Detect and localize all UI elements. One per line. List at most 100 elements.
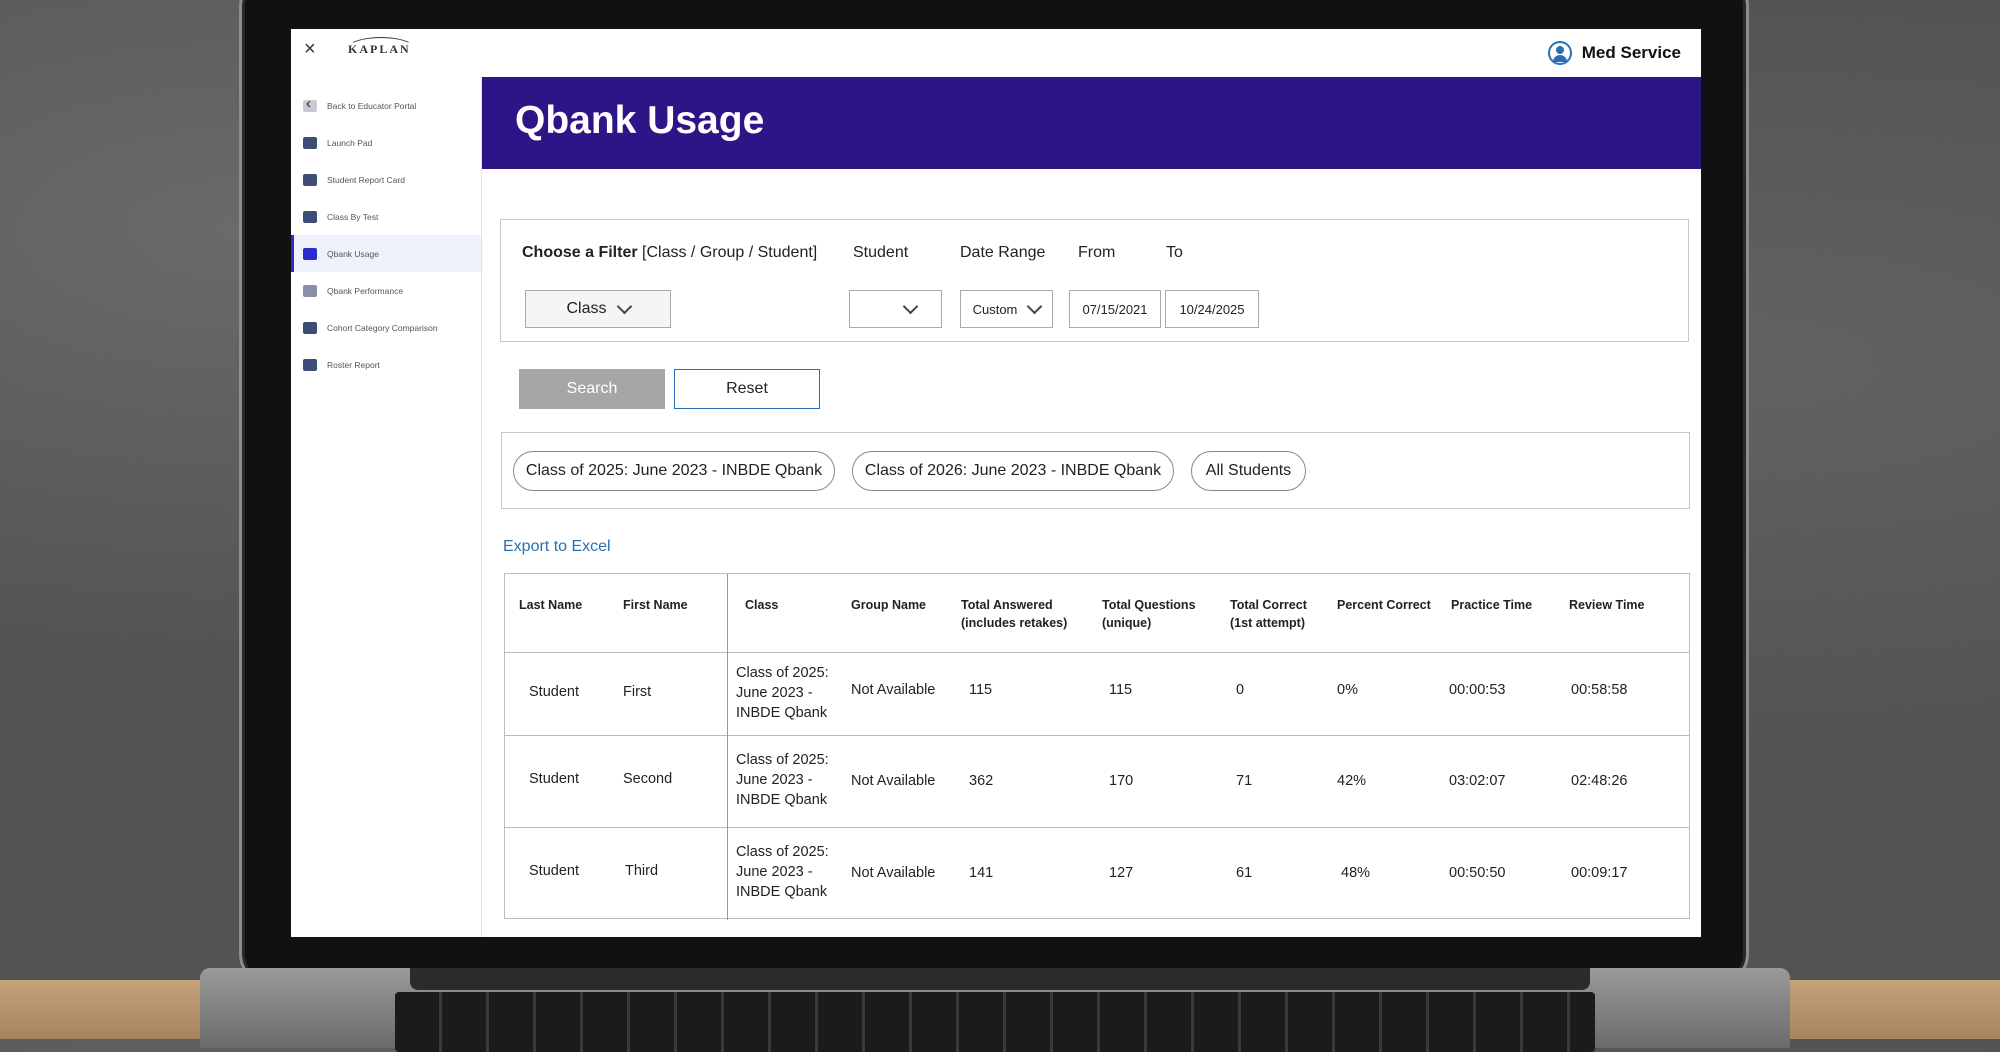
th-percent-correct: Percent Correct xyxy=(1337,598,1431,612)
sidebar-item-cohort-category-comparison[interactable]: Cohort Category Comparison xyxy=(291,309,481,346)
th-first-name: First Name xyxy=(623,598,688,612)
cell-practice-time: 00:00:53 xyxy=(1449,682,1506,698)
pill-class-2025[interactable]: Class of 2025: June 2023 - INBDE Qbank xyxy=(513,451,835,491)
sidebar-item-back-to-educator-portal[interactable]: Back to Educator Portal xyxy=(291,87,481,124)
chevron-down-icon xyxy=(902,298,919,314)
filter-type-value: Class xyxy=(566,300,607,317)
sidebar-item-label: Qbank Usage xyxy=(327,248,379,259)
pill-class-2026[interactable]: Class of 2026: June 2023 - INBDE Qbank xyxy=(852,451,1174,491)
cell-group-name: Not Available xyxy=(851,682,936,698)
sidebar-item-label: Cohort Category Comparison xyxy=(327,322,438,333)
date-range-select[interactable]: Custom xyxy=(960,290,1053,328)
class-test-icon xyxy=(303,210,317,223)
sidebar-item-student-report-card[interactable]: Student Report Card xyxy=(291,161,481,198)
date-range-value: Custom xyxy=(972,301,1018,317)
back-arrow-icon xyxy=(303,95,317,112)
sidebar-item-qbank-usage[interactable]: Qbank Usage xyxy=(291,235,481,272)
cell-group-name: Not Available xyxy=(851,865,936,881)
th-total-answered: Total Answered (includes retakes) xyxy=(961,596,1067,632)
page-banner: Qbank Usage xyxy=(482,77,1701,169)
student-label: Student xyxy=(853,244,909,261)
sidebar-item-roster-report[interactable]: Roster Report xyxy=(291,346,481,383)
class-column-divider xyxy=(727,574,728,920)
from-date-input[interactable]: 07/15/2021 xyxy=(1069,290,1161,328)
cell-review-time: 02:48:26 xyxy=(1571,773,1628,789)
cell-first-name: First xyxy=(623,684,652,700)
page-title: Qbank Usage xyxy=(515,99,765,142)
close-icon[interactable]: × xyxy=(304,39,316,59)
cell-last-name: Student xyxy=(529,771,579,787)
table-header-row: Last Name First Name Class Group Name To… xyxy=(505,574,1689,653)
th-total-answered-line2: (includes retakes) xyxy=(961,616,1068,630)
to-label: To xyxy=(1166,244,1183,261)
export-to-excel-link[interactable]: Export to Excel xyxy=(503,538,611,556)
th-total-correct-line1: Total Correct xyxy=(1230,598,1307,612)
filter-panel: Choose a Filter [Class / Group / Student… xyxy=(500,219,1689,342)
chevron-down-icon xyxy=(1027,298,1043,314)
cell-review-time: 00:58:58 xyxy=(1571,682,1628,698)
reset-button[interactable]: Reset xyxy=(674,369,820,409)
sidebar: Back to Educator Portal Launch Pad Stude… xyxy=(291,77,482,937)
cell-total-correct: 0 xyxy=(1236,682,1245,698)
sidebar-item-qbank-performance[interactable]: Qbank Performance xyxy=(291,272,481,309)
table-row[interactable]: Student First Class of 2025: June 2023 -… xyxy=(505,653,1689,736)
laptop-keyboard xyxy=(395,992,1595,1052)
th-last-name: Last Name xyxy=(519,598,583,612)
th-total-questions-line1: Total Questions xyxy=(1102,598,1196,612)
th-total-questions: Total Questions (unique) xyxy=(1102,596,1196,632)
cell-last-name: Student xyxy=(529,684,579,700)
user-name: Med Service xyxy=(1581,43,1681,62)
qbank-performance-icon xyxy=(303,284,317,297)
sidebar-item-class-by-test[interactable]: Class By Test xyxy=(291,198,481,235)
search-button[interactable]: Search xyxy=(519,369,665,409)
th-class: Class xyxy=(745,598,779,612)
cell-first-name: Second xyxy=(623,771,673,787)
sidebar-item-label: Class By Test xyxy=(327,211,379,222)
laptop-hinge xyxy=(410,968,1590,990)
choose-filter-label: Choose a Filter [Class / Group / Student… xyxy=(522,244,817,262)
cell-total-questions: 115 xyxy=(1109,682,1133,698)
cell-percent-correct: 48% xyxy=(1341,865,1371,881)
cell-first-name: Third xyxy=(625,863,659,879)
top-bar: × KAPLAN Med Service xyxy=(291,29,1701,77)
filter-type-select[interactable]: Class xyxy=(525,290,671,328)
laptop-screen: × KAPLAN Med Service Back to Educator Po… xyxy=(291,29,1701,937)
cell-total-answered: 141 xyxy=(969,865,994,881)
user-menu[interactable]: Med Service xyxy=(1547,41,1681,65)
kaplan-logo[interactable]: KAPLAN xyxy=(346,35,414,57)
th-group-name: Group Name xyxy=(851,598,927,612)
pill-all-students[interactable]: All Students xyxy=(1191,451,1306,491)
cell-review-time: 00:09:17 xyxy=(1571,865,1628,881)
choose-filter-title: Choose a Filter xyxy=(522,244,638,261)
cell-total-correct: 61 xyxy=(1236,865,1253,881)
sidebar-item-launch-pad[interactable]: Launch Pad xyxy=(291,124,481,161)
choose-filter-hint: [Class / Group / Student] xyxy=(642,244,818,261)
sidebar-item-label: Launch Pad xyxy=(327,137,373,148)
sidebar-item-label: Qbank Performance xyxy=(327,285,404,296)
cell-total-correct: 71 xyxy=(1236,773,1253,789)
th-total-answered-line1: Total Answered xyxy=(961,598,1053,612)
cell-total-answered: 362 xyxy=(969,773,994,789)
th-total-questions-line2: (unique) xyxy=(1102,616,1152,630)
date-range-label: Date Range xyxy=(960,244,1046,261)
cell-class: Class of 2025: June 2023 - INBDE Qbank xyxy=(736,844,829,900)
user-avatar-icon xyxy=(1547,41,1572,65)
cell-last-name: Student xyxy=(529,863,579,879)
sidebar-item-label: Roster Report xyxy=(327,359,380,370)
sidebar-item-label: Student Report Card xyxy=(327,174,405,185)
logo-text: KAPLAN xyxy=(348,42,411,56)
cell-practice-time: 00:50:50 xyxy=(1449,865,1506,881)
report-card-icon xyxy=(303,173,317,186)
cohort-comparison-icon xyxy=(303,321,317,334)
cell-total-questions: 127 xyxy=(1109,865,1134,881)
table-row[interactable]: Student Second Class of 2025: June 2023 … xyxy=(505,736,1689,828)
th-total-correct: Total Correct (1st attempt) xyxy=(1230,596,1307,632)
qbank-usage-icon xyxy=(303,247,317,260)
th-total-correct-line2: (1st attempt) xyxy=(1230,616,1306,630)
cell-class: Class of 2025: June 2023 - INBDE Qbank xyxy=(736,665,829,721)
to-date-input[interactable]: 10/24/2025 xyxy=(1165,290,1259,328)
student-select[interactable] xyxy=(849,290,942,328)
chevron-down-icon xyxy=(616,298,632,314)
th-practice-time: Practice Time xyxy=(1451,598,1533,612)
table-row[interactable]: Student Third Class of 2025: June 2023 -… xyxy=(505,828,1689,919)
